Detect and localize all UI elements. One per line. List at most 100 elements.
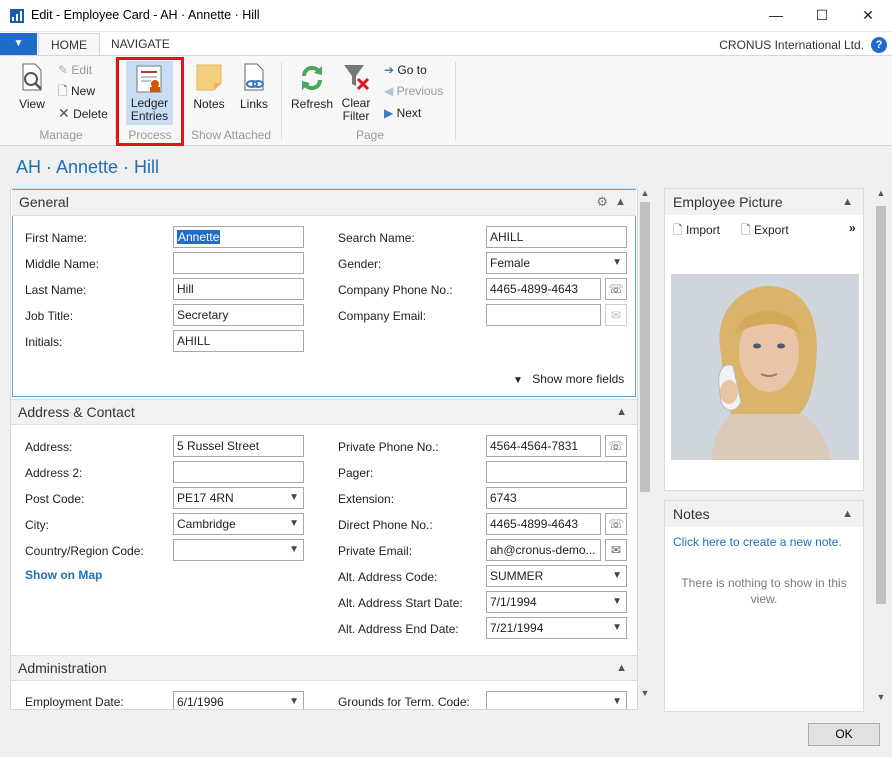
company-email-label: Company Email: [338,309,427,323]
scroll-up-arrow-icon[interactable]: ▲ [640,188,650,200]
general-title: General [19,194,69,210]
pager-field[interactable] [486,461,627,483]
chevron-down-icon: ▼ [289,696,299,707]
notes-empty-line2: view. [750,592,778,606]
help-icon[interactable]: ? [871,37,887,53]
last-name-field[interactable]: Hill [173,278,304,300]
notes-label: Notes [193,97,225,111]
gender-select[interactable]: Female ▼ [486,252,627,274]
tab-navigate[interactable]: NAVIGATE [99,33,182,56]
tab-home[interactable]: HOME [38,33,100,56]
private-phone-label: Private Phone No.: [338,440,439,454]
company-email-field[interactable] [486,304,601,326]
first-name-field[interactable]: Annette [173,226,304,248]
administration-header[interactable]: Administration ▲ [11,655,637,681]
middle-name-field[interactable] [173,252,304,274]
next-label: Next [396,106,422,120]
collapse-chevron-icon[interactable]: ▲ [842,501,853,527]
view-label: View [19,97,45,111]
direct-phone-field[interactable]: 4465-4899-4643 [486,513,601,535]
view-button[interactable]: View [14,62,50,114]
scroll-down-arrow-icon[interactable]: ▼ [876,692,886,704]
initials-field[interactable]: AHILL [173,330,304,352]
country-select[interactable]: ▼ [173,539,304,561]
ok-button[interactable]: OK [808,723,880,746]
triangle-left-icon: ◀ [384,84,394,98]
employment-date-select[interactable]: 6/1/1996 ▼ [173,691,304,709]
delete-button[interactable]: ✕ Delete [58,104,108,122]
next-button[interactable]: ▶ Next [384,104,421,122]
extension-field[interactable]: 6743 [486,487,627,509]
file-menu-button[interactable]: ▼ [0,33,37,55]
address2-field[interactable] [173,461,304,483]
alt-start-date-value: 7/1/1994 [490,595,537,609]
scroll-up-arrow-icon[interactable]: ▲ [876,188,886,200]
private-phone-field[interactable]: 4564-4564-7831 [486,435,601,457]
show-on-map-link[interactable]: Show on Map [25,568,102,582]
create-note-link[interactable]: Click here to create a new note. [673,535,842,549]
close-button[interactable]: ✕ [845,0,891,31]
chevron-down-icon: ▼ [612,257,622,268]
job-title-field[interactable]: Secretary [173,304,304,326]
notes-button[interactable]: Notes [190,62,228,114]
city-value: Cambridge [177,517,236,531]
call-phone-icon[interactable]: ☏ [605,513,627,535]
minimize-button[interactable]: — [753,0,799,31]
send-email-icon[interactable]: ✉ [605,304,627,326]
employee-photo [671,274,859,460]
clear-filter-button[interactable]: Clear Filter [338,62,374,126]
customize-gear-icon[interactable]: ⚙ [596,190,608,214]
call-phone-icon[interactable]: ☏ [605,435,627,457]
company-phone-field[interactable]: 4465-4899-4643 [486,278,601,300]
company-name: CRONUS International Ltd. [719,38,864,52]
middle-name-label: Middle Name: [25,257,100,271]
factbox-scrollbar-thumb[interactable] [876,206,886,604]
last-name-label: Last Name: [25,283,87,297]
private-email-field[interactable]: ah@cronus-demo... [486,539,601,561]
collapse-chevron-icon[interactable]: ▲ [842,189,853,215]
edit-button[interactable]: ✎ Edit [58,61,92,79]
grounds-term-code-select[interactable]: ▼ [486,691,627,709]
notes-title: Notes [673,506,710,522]
call-phone-icon[interactable]: ☏ [605,278,627,300]
new-button[interactable]: 🗋 New [58,82,95,100]
clear-filter-icon [344,65,370,91]
address2-label: Address 2: [25,466,83,480]
collapse-chevron-icon[interactable]: ▲ [616,656,627,680]
delete-x-icon: ✕ [58,105,70,121]
collapse-chevron-icon[interactable]: ▲ [615,190,626,214]
search-name-field[interactable]: AHILL [486,226,627,248]
grounds-term-code-label: Grounds for Term. Code: [338,695,470,709]
more-actions-icon[interactable]: » [849,221,856,235]
group-separator [281,62,282,140]
content-scrollbar-thumb[interactable] [640,202,650,492]
pager-label: Pager: [338,466,374,480]
refresh-button[interactable]: Refresh [290,62,334,114]
collapse-chevron-icon[interactable]: ▲ [616,400,627,424]
post-code-select[interactable]: PE17 4RN ▼ [173,487,304,509]
alt-end-date-select[interactable]: 7/21/1994 ▼ [486,617,627,639]
export-button[interactable]: 🗋 Export [741,221,789,242]
app-icon [10,9,24,23]
alt-start-date-select[interactable]: 7/1/1994 ▼ [486,591,627,613]
previous-button[interactable]: ◀ Previous [384,82,443,100]
card-content: General ⚙ ▲ First Name: Annette Middle N… [10,188,638,710]
alt-address-code-select[interactable]: SUMMER ▼ [486,565,627,587]
links-button[interactable]: Links [236,62,272,114]
general-header[interactable]: General ⚙ ▲ [12,190,636,216]
goto-button[interactable]: ➔ Go to [384,61,427,79]
city-select[interactable]: Cambridge ▼ [173,513,304,535]
scroll-down-arrow-icon[interactable]: ▼ [640,688,650,700]
address-contact-header[interactable]: Address & Contact ▲ [11,399,637,425]
send-email-icon[interactable]: ✉ [605,539,627,561]
group-separator [455,62,456,140]
import-button[interactable]: 🗋 Import [673,221,720,242]
address-field[interactable]: 5 Russel Street [173,435,304,457]
notes-header[interactable]: Notes ▲ [665,501,863,527]
notes-factbox: Notes ▲ Click here to create a new note.… [664,500,864,712]
links-label: Links [239,97,268,111]
employee-picture-header[interactable]: Employee Picture ▲ [665,189,863,215]
maximize-button[interactable]: ☐ [799,0,845,31]
show-more-fields-link[interactable]: ▼ Show more fields [513,372,624,386]
previous-label: Previous [396,84,444,98]
